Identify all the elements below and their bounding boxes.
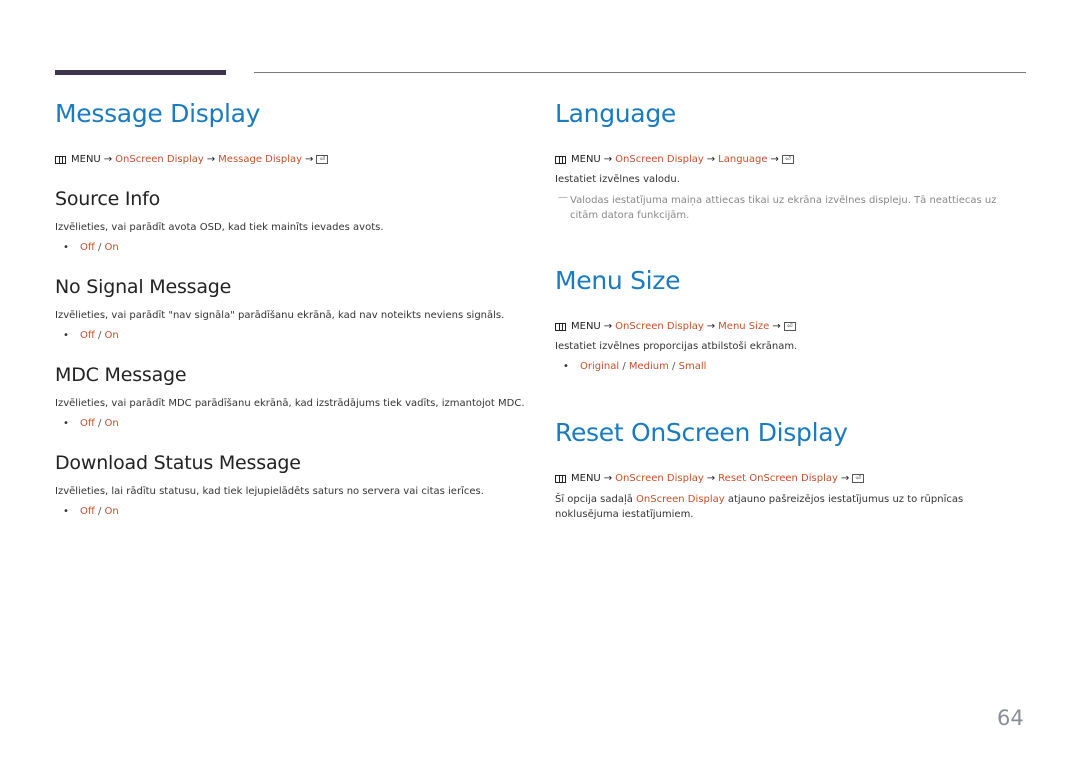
section-title-menu-size: Menu Size: [555, 266, 681, 295]
note-dash-icon: —: [558, 192, 568, 203]
arrow-icon: →: [206, 154, 216, 165]
header-accent-bar: [55, 70, 226, 75]
option-on[interactable]: On: [105, 242, 119, 253]
option-off[interactable]: Off: [80, 330, 95, 341]
arrow-icon: →: [603, 321, 613, 332]
option-original[interactable]: Original: [580, 361, 619, 372]
bullet-icon: •: [63, 506, 69, 517]
enter-icon: ⏎: [781, 155, 794, 164]
option-list: • Off / On: [63, 330, 119, 341]
option-on[interactable]: On: [105, 330, 119, 341]
path-link-onscreen-display[interactable]: OnScreen Display: [115, 154, 204, 165]
menu-label: MENU: [571, 154, 601, 165]
arrow-icon: →: [770, 154, 779, 165]
section-title-language: Language: [555, 99, 676, 128]
subsection-description: Izvēlieties, vai parādīt avota OSD, kad …: [55, 222, 384, 233]
subsection-heading-no-signal-message: No Signal Message: [55, 276, 232, 298]
inline-link-onscreen-display[interactable]: OnScreen Display: [636, 494, 725, 505]
arrow-icon: →: [772, 321, 781, 332]
arrow-icon: →: [706, 473, 716, 484]
menu-icon: [555, 155, 566, 164]
bullet-icon: •: [63, 242, 69, 253]
path-link-language[interactable]: Language: [718, 154, 767, 165]
section-title: Message Display: [55, 99, 261, 128]
menu-icon: [55, 155, 66, 164]
arrow-icon: →: [706, 154, 716, 165]
option-list: • Off / On: [63, 506, 119, 517]
option-off[interactable]: Off: [80, 242, 95, 253]
option-list: • Original / Medium / Small: [563, 361, 707, 372]
subsection-description: Izvēlieties, vai parādīt MDC parādīšanu …: [55, 398, 525, 409]
option-off[interactable]: Off: [80, 506, 95, 517]
option-small[interactable]: Small: [679, 361, 707, 372]
bullet-icon: •: [63, 330, 69, 341]
menu-path: MENU → OnScreen Display → Message Displa…: [55, 154, 329, 165]
menu-label: MENU: [571, 473, 601, 484]
menu-label: MENU: [571, 321, 601, 332]
option-medium[interactable]: Medium: [629, 361, 669, 372]
arrow-icon: →: [305, 154, 314, 165]
menu-path: MENU → OnScreen Display → Menu Size → ⏎: [555, 321, 796, 332]
arrow-icon: →: [603, 154, 613, 165]
section-description: Šī opcija sadaļā OnScreen Display atjaun…: [555, 494, 964, 520]
arrow-icon: →: [840, 473, 850, 484]
path-link-reset-onscreen-display[interactable]: Reset OnScreen Display: [718, 473, 838, 484]
enter-icon: ⏎: [783, 322, 796, 331]
menu-path: MENU → OnScreen Display → Reset OnScreen…: [555, 473, 865, 484]
enter-icon: ⏎: [852, 474, 865, 483]
subsection-description: Izvēlieties, lai rādītu statusu, kad tie…: [55, 486, 484, 497]
arrow-icon: →: [706, 321, 716, 332]
path-link-menu-size[interactable]: Menu Size: [718, 321, 769, 332]
note-text: Valodas iestatījuma maiņa attiecas tikai…: [570, 195, 997, 221]
section-description: Iestatiet izvēlnes valodu.: [555, 174, 680, 185]
subsection-description: Izvēlieties, vai parādīt "nav signāla" p…: [55, 310, 505, 321]
bullet-icon: •: [563, 361, 569, 372]
subsection-heading-download-status-message: Download Status Message: [55, 452, 301, 474]
section-description: Iestatiet izvēlnes proporcijas atbilstoš…: [555, 341, 798, 352]
page-number: 64: [997, 706, 1024, 730]
subsection-heading-source-info: Source Info: [55, 188, 161, 210]
path-link-onscreen-display[interactable]: OnScreen Display: [615, 473, 704, 484]
enter-icon: ⏎: [316, 155, 329, 164]
option-on[interactable]: On: [105, 506, 119, 517]
path-link-onscreen-display[interactable]: OnScreen Display: [615, 154, 704, 165]
path-link-onscreen-display[interactable]: OnScreen Display: [615, 321, 704, 332]
subsection-heading-mdc-message: MDC Message: [55, 364, 187, 386]
section-title-reset-onscreen-display: Reset OnScreen Display: [555, 418, 848, 447]
option-list: • Off / On: [63, 418, 119, 429]
menu-icon: [555, 322, 566, 331]
note: — Valodas iestatījuma maiņa attiecas tik…: [555, 192, 1025, 223]
arrow-icon: →: [603, 473, 613, 484]
option-off[interactable]: Off: [80, 418, 95, 429]
menu-icon: [555, 474, 566, 483]
path-link-message-display[interactable]: Message Display: [218, 154, 302, 165]
option-list: • Off / On: [63, 242, 119, 253]
menu-label: MENU: [71, 154, 101, 165]
header-rule: [254, 72, 1026, 73]
arrow-icon: →: [103, 154, 113, 165]
option-on[interactable]: On: [105, 418, 119, 429]
bullet-icon: •: [63, 418, 69, 429]
menu-path: MENU → OnScreen Display → Language → ⏎: [555, 154, 794, 165]
